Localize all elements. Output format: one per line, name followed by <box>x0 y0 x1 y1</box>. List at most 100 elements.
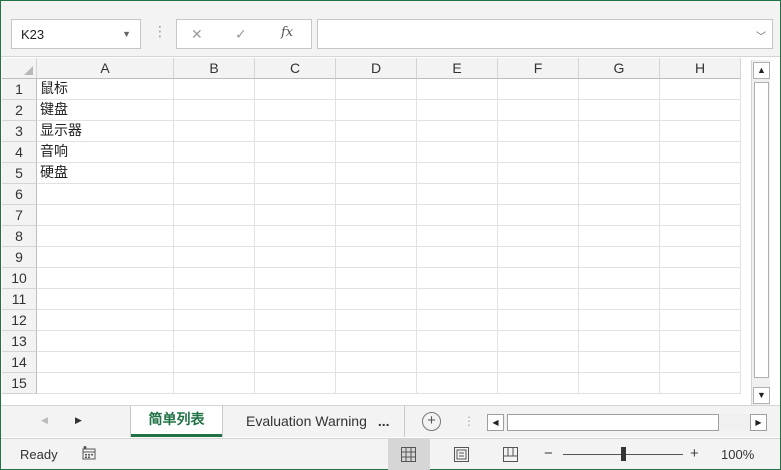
cell-d9[interactable] <box>336 247 417 268</box>
worksheet-grid[interactable]: A B C D E F G H 1 鼠标 2 键盘 3 显示器 4 音响 5 硬盘 6 7 8 9 10 11 12 13 14 15 <box>2 58 742 405</box>
page-break-view-button[interactable] <box>490 439 532 470</box>
row-header-5[interactable]: 5 <box>2 163 37 184</box>
column-header-d[interactable]: D <box>336 58 417 79</box>
row-header-9[interactable]: 9 <box>2 247 37 268</box>
column-header-a[interactable]: A <box>37 58 174 79</box>
cell-f11[interactable] <box>498 289 579 310</box>
cell-f4[interactable] <box>498 142 579 163</box>
cell-d2[interactable] <box>336 100 417 121</box>
cell-g10[interactable] <box>579 268 660 289</box>
cell-f1[interactable] <box>498 79 579 100</box>
chevron-down-icon[interactable]: ▼ <box>122 29 131 39</box>
normal-view-button[interactable] <box>388 439 430 470</box>
insert-function-icon[interactable]: fx <box>281 25 293 40</box>
cell-f7[interactable] <box>498 205 579 226</box>
horizontal-scroll-thumb[interactable] <box>507 414 719 431</box>
cell-e13[interactable] <box>417 331 498 352</box>
cell-a12[interactable] <box>37 310 174 331</box>
more-sheets-indicator[interactable]: ... <box>378 413 390 429</box>
plus-circle-icon[interactable]: + <box>422 412 441 431</box>
column-header-e[interactable]: E <box>417 58 498 79</box>
cell-a3[interactable]: 显示器 <box>37 121 174 142</box>
cell-g2[interactable] <box>579 100 660 121</box>
scroll-right-icon[interactable]: ▶ <box>750 414 767 431</box>
zoom-level[interactable]: 100% <box>721 447 754 462</box>
column-header-c[interactable]: C <box>255 58 336 79</box>
cell-d4[interactable] <box>336 142 417 163</box>
cell-d3[interactable] <box>336 121 417 142</box>
tab-splitter-icon[interactable]: ⋮ <box>463 414 475 428</box>
cell-g5[interactable] <box>579 163 660 184</box>
cell-c13[interactable] <box>255 331 336 352</box>
cell-h15[interactable] <box>660 373 741 394</box>
column-header-g[interactable]: G <box>579 58 660 79</box>
cell-d14[interactable] <box>336 352 417 373</box>
cell-c11[interactable] <box>255 289 336 310</box>
prev-sheet-icon[interactable]: ◀ <box>41 415 48 426</box>
cell-d8[interactable] <box>336 226 417 247</box>
next-sheet-icon[interactable]: ▶ <box>75 415 82 426</box>
cell-a8[interactable] <box>37 226 174 247</box>
cell-e7[interactable] <box>417 205 498 226</box>
cell-g14[interactable] <box>579 352 660 373</box>
cell-e2[interactable] <box>417 100 498 121</box>
select-all-corner[interactable] <box>2 58 37 79</box>
cell-h10[interactable] <box>660 268 741 289</box>
cell-b3[interactable] <box>174 121 255 142</box>
cell-a13[interactable] <box>37 331 174 352</box>
cell-h8[interactable] <box>660 226 741 247</box>
drag-handle-icon[interactable]: ⋮ <box>153 23 167 40</box>
cell-e9[interactable] <box>417 247 498 268</box>
row-header-4[interactable]: 4 <box>2 142 37 163</box>
row-header-13[interactable]: 13 <box>2 331 37 352</box>
cell-f8[interactable] <box>498 226 579 247</box>
page-layout-view-button[interactable] <box>441 439 483 470</box>
cell-g6[interactable] <box>579 184 660 205</box>
cell-h7[interactable] <box>660 205 741 226</box>
cell-g15[interactable] <box>579 373 660 394</box>
cell-e6[interactable] <box>417 184 498 205</box>
cell-g3[interactable] <box>579 121 660 142</box>
cell-d11[interactable] <box>336 289 417 310</box>
name-box[interactable]: K23 ▼ <box>11 19 141 49</box>
cell-e10[interactable] <box>417 268 498 289</box>
cell-f9[interactable] <box>498 247 579 268</box>
cell-g13[interactable] <box>579 331 660 352</box>
enter-icon[interactable]: ✓ <box>235 26 247 43</box>
cell-b7[interactable] <box>174 205 255 226</box>
cell-c14[interactable] <box>255 352 336 373</box>
row-header-3[interactable]: 3 <box>2 121 37 142</box>
zoom-out-button[interactable]: − <box>544 445 553 462</box>
cell-b10[interactable] <box>174 268 255 289</box>
cell-e12[interactable] <box>417 310 498 331</box>
cell-g1[interactable] <box>579 79 660 100</box>
cell-d13[interactable] <box>336 331 417 352</box>
cell-g7[interactable] <box>579 205 660 226</box>
cancel-icon[interactable]: ✕ <box>191 26 203 43</box>
tab-evaluation-warning[interactable]: Evaluation Warning ... <box>235 406 405 437</box>
cell-b15[interactable] <box>174 373 255 394</box>
cell-f2[interactable] <box>498 100 579 121</box>
row-header-14[interactable]: 14 <box>2 352 37 373</box>
cell-g8[interactable] <box>579 226 660 247</box>
cell-h2[interactable] <box>660 100 741 121</box>
tab-simple-list[interactable]: 简单列表 <box>131 406 222 437</box>
column-header-b[interactable]: B <box>174 58 255 79</box>
scroll-down-icon[interactable]: ▼ <box>753 387 770 404</box>
cell-e8[interactable] <box>417 226 498 247</box>
cell-a15[interactable] <box>37 373 174 394</box>
cell-c6[interactable] <box>255 184 336 205</box>
cell-e11[interactable] <box>417 289 498 310</box>
row-header-2[interactable]: 2 <box>2 100 37 121</box>
row-header-10[interactable]: 10 <box>2 268 37 289</box>
cell-b14[interactable] <box>174 352 255 373</box>
cell-f15[interactable] <box>498 373 579 394</box>
cell-f14[interactable] <box>498 352 579 373</box>
row-header-1[interactable]: 1 <box>2 79 37 100</box>
cell-d7[interactable] <box>336 205 417 226</box>
scroll-up-icon[interactable]: ▲ <box>753 62 770 79</box>
cell-f12[interactable] <box>498 310 579 331</box>
cell-h13[interactable] <box>660 331 741 352</box>
cell-a7[interactable] <box>37 205 174 226</box>
cell-f6[interactable] <box>498 184 579 205</box>
